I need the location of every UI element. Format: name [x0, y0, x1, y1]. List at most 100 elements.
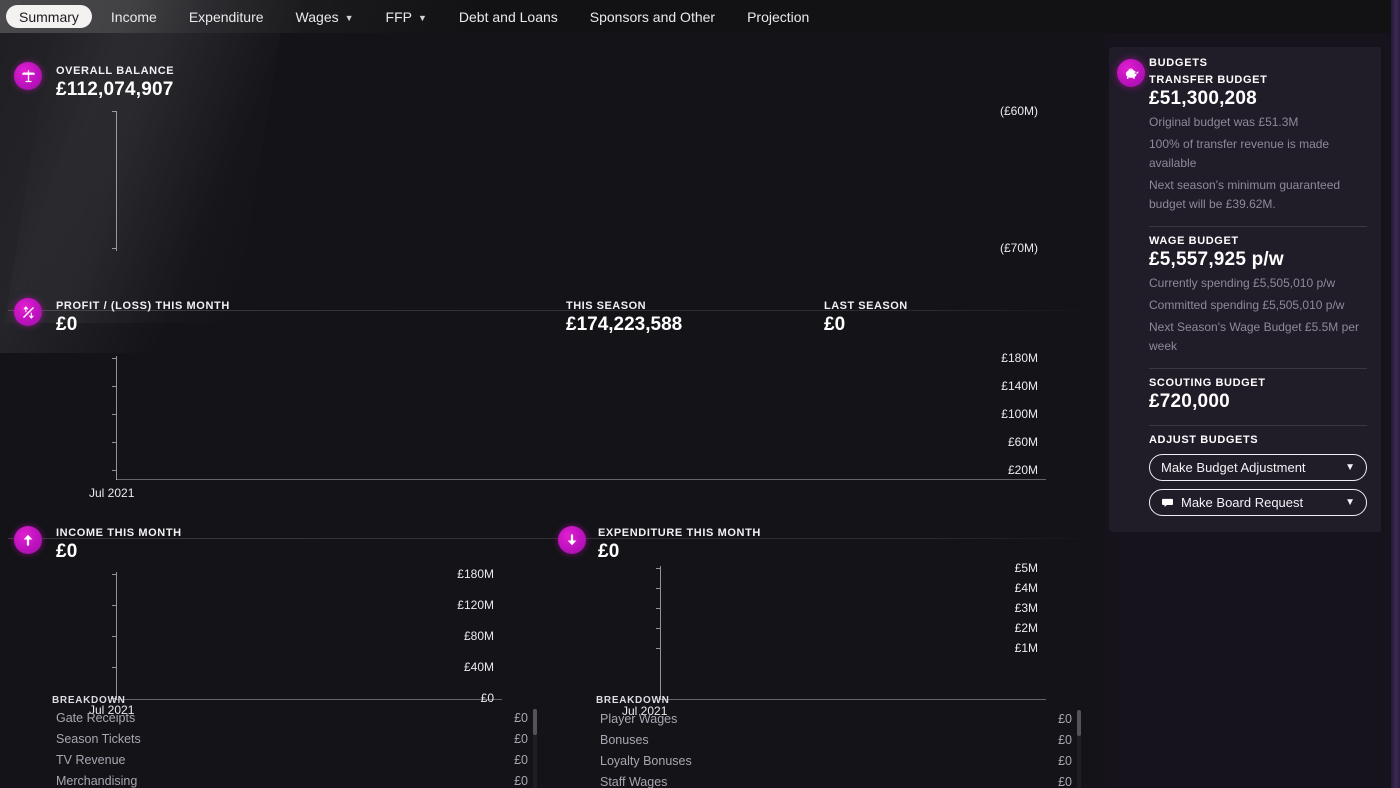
main-content: OVERALL BALANCE £112,074,907 (£60M) (£70…	[0, 33, 1105, 788]
y-tick-mark	[656, 568, 660, 569]
speech-bubble-icon	[1161, 496, 1174, 509]
income-breakdown-row[interactable]: Merchandising £0	[40, 770, 540, 788]
scouting-budget-label: SCOUTING BUDGET	[1149, 377, 1266, 389]
expenditure-breakdown-row[interactable]: Staff Wages £0	[584, 771, 1084, 788]
income-value: £0	[56, 541, 78, 562]
budgets-heading: BUDGETS	[1149, 57, 1208, 69]
profit-loss-ytick-0: £180M	[1001, 351, 1038, 365]
piggy-bank-icon	[1117, 59, 1145, 87]
expenditure-breakdown-row-value: £0	[1058, 732, 1072, 747]
income-ytick-4: £0	[480, 691, 494, 705]
expenditure-breakdown-scroll-thumb[interactable]	[1077, 710, 1081, 736]
tab-wages[interactable]: Wages ▼	[283, 5, 367, 28]
tab-label: Wages	[295, 8, 339, 25]
expenditure-breakdown-row-label: Loyalty Bonuses	[600, 753, 692, 768]
y-tick-mark	[656, 608, 660, 609]
tab-ffp[interactable]: FFP ▼	[373, 5, 440, 28]
overall-balance-ytick-1: (£70M)	[999, 241, 1038, 255]
expenditure-x-axis	[660, 699, 1046, 700]
income-breakdown-row-label: Gate Receipts	[56, 710, 136, 725]
wage-budget-note-1: Committed spending £5,505,010 p/w	[1149, 298, 1345, 312]
sidebar-divider-3	[1149, 425, 1367, 426]
expenditure-title: EXPENDITURE THIS MONTH	[598, 527, 761, 539]
overall-balance-chart[interactable]: (£60M) (£70M)	[112, 104, 1046, 255]
transfer-budget-note-2: Next season's minimum guaranteed budget …	[1149, 178, 1341, 211]
y-tick-mark	[656, 588, 660, 589]
income-breakdown-row[interactable]: Season Tickets £0	[40, 728, 540, 749]
profit-loss-ytick-3: £60M	[1007, 435, 1038, 449]
expenditure-breakdown-list: Player Wages £0 Bonuses £0 Loyalty Bonuses £0…	[584, 708, 1084, 788]
tab-bar: Summary Income Expenditure Wages ▼ FFP ▼ Debt a…	[0, 0, 1400, 33]
tab-label: Debt and Loans	[458, 8, 558, 25]
income-breakdown-title: BREAKDOWN	[52, 695, 126, 706]
tab-debt-and-loans[interactable]: Debt and Loans	[446, 5, 571, 28]
tab-label: Summary	[19, 8, 79, 25]
income-ytick-3: £40M	[463, 660, 494, 674]
expenditure-ytick-4: £1M	[1014, 641, 1038, 655]
expenditure-breakdown-row[interactable]: Loyalty Bonuses £0	[584, 750, 1084, 771]
last-season-label: LAST SEASON	[824, 300, 908, 312]
transfer-budget-note-0: Original budget was £51.3M	[1149, 115, 1299, 129]
tab-label: Expenditure	[188, 8, 264, 25]
overall-balance-y-axis	[116, 111, 117, 251]
income-ytick-2: £80M	[463, 629, 494, 643]
overall-balance-value: £112,074,907	[56, 79, 174, 100]
tab-expenditure[interactable]: Expenditure	[176, 5, 277, 28]
transfer-budget-label: TRANSFER BUDGET	[1149, 74, 1268, 86]
profit-loss-xtick-0: Jul 2021	[89, 486, 135, 500]
income-breakdown-scroll-thumb[interactable]	[533, 709, 537, 735]
sidebar-divider-2	[1149, 368, 1367, 369]
y-tick-mark	[112, 636, 116, 637]
expenditure-ytick-2: £3M	[1014, 601, 1038, 615]
scouting-budget-value: £720,000	[1149, 391, 1230, 412]
income-x-axis	[116, 699, 502, 700]
expenditure-y-axis	[660, 566, 661, 700]
budgets-panel: BUDGETS TRANSFER BUDGET £51,300,208 Orig…	[1109, 47, 1381, 532]
expenditure-breakdown-row-label: Bonuses	[600, 732, 649, 747]
income-breakdown-row[interactable]: Gate Receipts £0	[40, 707, 540, 728]
sidebar-divider-1	[1149, 226, 1367, 227]
make-board-request-dropdown[interactable]: Make Board Request ▼	[1149, 489, 1367, 516]
expenditure-ytick-3: £2M	[1014, 621, 1038, 635]
profit-loss-chart[interactable]: £180M £140M £100M £60M £20M Jul 2021	[89, 351, 1046, 500]
profit-loss-ytick-2: £100M	[1001, 407, 1038, 421]
income-breakdown-row-value: £0	[514, 752, 528, 767]
tab-sponsors-and-other[interactable]: Sponsors and Other	[577, 5, 728, 28]
income-ytick-1: £120M	[457, 598, 494, 612]
make-budget-adjustment-label: Make Budget Adjustment	[1161, 460, 1306, 475]
y-tick-mark	[112, 667, 116, 668]
wage-budget-value: £5,557,925 p/w	[1149, 249, 1284, 270]
wage-budget-note-0: Currently spending £5,505,010 p/w	[1149, 276, 1336, 290]
income-ytick-0: £180M	[457, 567, 494, 581]
transfer-budget-note-1: 100% of transfer revenue is made availab…	[1149, 137, 1330, 170]
income-chart[interactable]: £180M £120M £80M £40M £0 Jul 2021	[89, 567, 502, 717]
y-tick-mark	[112, 605, 116, 606]
wage-budget-label: WAGE BUDGET	[1149, 235, 1239, 247]
y-tick-mark	[112, 386, 116, 387]
window-right-edge	[1391, 0, 1400, 788]
make-budget-adjustment-dropdown[interactable]: Make Budget Adjustment ▼	[1149, 454, 1367, 481]
adjust-budgets-label: ADJUST BUDGETS	[1149, 434, 1259, 446]
tab-label: Income	[110, 8, 157, 25]
chevron-down-icon: ▼	[1345, 462, 1355, 473]
income-breakdown-row-value: £0	[514, 731, 528, 746]
tab-summary[interactable]: Summary	[6, 5, 92, 28]
income-breakdown-row-label: Season Tickets	[56, 731, 141, 746]
y-tick-mark	[656, 648, 660, 649]
expenditure-breakdown-row[interactable]: Bonuses £0	[584, 729, 1084, 750]
chevron-down-icon: ▼	[417, 12, 427, 23]
y-tick-mark	[112, 111, 116, 112]
tab-income[interactable]: Income	[98, 5, 170, 28]
overall-balance-title: OVERALL BALANCE	[56, 65, 175, 77]
balance-scales-icon	[14, 62, 42, 90]
expenditure-chart[interactable]: £5M £4M £3M £2M £1M Jul 2021	[622, 561, 1046, 718]
overall-balance-ytick-0: (£60M)	[999, 104, 1038, 118]
budgets-sidebar: BUDGETS TRANSFER BUDGET £51,300,208 Orig…	[1105, 33, 1391, 788]
tab-projection[interactable]: Projection	[734, 5, 822, 28]
income-breakdown-row-label: Merchandising	[56, 773, 138, 788]
expenditure-breakdown-row-value: £0	[1058, 753, 1072, 768]
income-breakdown-row[interactable]: TV Revenue £0	[40, 749, 540, 770]
expenditure-breakdown-row[interactable]: Player Wages £0	[584, 708, 1084, 729]
income-breakdown-row-value: £0	[514, 710, 528, 725]
income-breakdown-row-value: £0	[514, 773, 528, 788]
